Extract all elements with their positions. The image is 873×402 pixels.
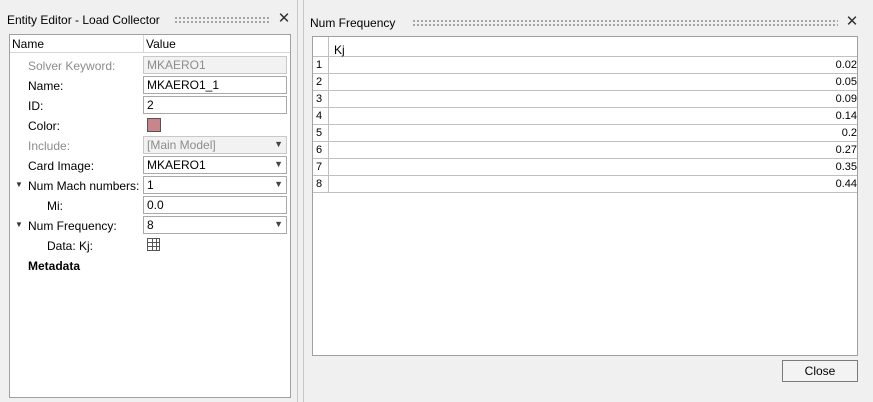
num-mach-dropdown[interactable]: 1 ▼ [143,176,287,194]
row-num-frequency: ▼ Num Frequency: 8 ▼ [10,215,290,235]
kj-column-header[interactable]: Kj [334,43,345,57]
include-dropdown: [Main Model] ▼ [143,136,287,154]
row-num-mach: ▼ Num Mach numbers: 1 ▼ [10,175,290,195]
row-number[interactable]: 4 [313,108,329,125]
value-column-header[interactable]: Value [146,37,176,51]
row-data-kj: Data: Kj: [10,235,290,255]
collapse-arrow-icon[interactable]: ▼ [15,220,23,229]
id-label: ID: [28,99,44,113]
column-divider[interactable] [143,35,144,53]
name-column-header[interactable]: Name [12,37,44,51]
entity-editor-title: Entity Editor - Load Collector [7,13,160,27]
kj-cell[interactable]: 0.35 [657,161,857,173]
data-kj-label: Data: Kj: [47,239,94,253]
metadata-label[interactable]: Metadata [28,259,80,273]
table-edit-icon[interactable] [147,238,160,251]
num-mach-label: Num Mach numbers: [28,179,140,193]
kj-cell[interactable]: 0.44 [657,178,857,190]
row-number[interactable]: 7 [313,159,329,176]
num-frequency-dropdown[interactable]: 8 ▼ [143,216,287,234]
close-icon[interactable]: ✕ [844,13,860,31]
row-mi: Mi: 0.0 [10,195,290,215]
chevron-down-icon[interactable]: ▼ [274,219,283,229]
chevron-down-icon[interactable]: ▼ [274,159,283,169]
kj-cell[interactable]: 0.27 [657,144,857,156]
close-button[interactable]: Close [782,360,858,382]
color-label: Color: [28,119,61,133]
kj-grid: Kj 1 0.02 2 0.05 3 0.09 4 0.14 5 0.2 6 0.27 7 0.35 8 0.… [312,36,858,356]
card-image-dropdown[interactable]: MKAERO1 ▼ [143,156,287,174]
num-frequency-dialog: Num Frequency ✕ Kj 1 0.02 2 0.05 3 0.09 4 0.14 5… [303,0,873,402]
chevron-down-icon: ▼ [274,139,283,149]
row-color: Color: [10,115,290,135]
kj-cell[interactable]: 0.05 [657,76,857,88]
kj-cell[interactable]: 0.02 [657,59,857,71]
table-row[interactable]: 4 0.14 [313,108,857,125]
entity-editor-panel: Entity Editor - Load Collector ✕ Name Va… [0,0,298,402]
row-solver-keyword: Solver Keyword: MKAERO1 [10,55,290,75]
row-number[interactable]: 6 [313,142,329,159]
row-number[interactable]: 1 [313,57,329,74]
id-field[interactable]: 2 [143,96,287,114]
table-row[interactable]: 8 0.44 [313,176,857,193]
num-mach-value: 1 [147,178,154,192]
name-label: Name: [28,79,64,93]
row-id: ID: 2 [10,95,290,115]
num-frequency-label: Num Frequency: [28,219,117,233]
kj-cell[interactable]: 0.14 [657,110,857,122]
row-number[interactable]: 8 [313,176,329,193]
grid-corner[interactable] [313,37,329,57]
mi-field[interactable]: 0.0 [143,196,287,214]
row-name: Name: MKAERO1_1 [10,75,290,95]
num-frequency-titlebar[interactable]: Num Frequency ✕ [304,0,873,40]
include-label: Include: [28,139,71,153]
collapse-arrow-icon[interactable]: ▼ [15,180,23,189]
card-image-label: Card Image: [28,159,95,173]
entity-editor-table: Name Value Solver Keyword: MKAERO1 Name:… [9,34,291,398]
table-row[interactable]: 3 0.09 [313,91,857,108]
table-row[interactable]: 2 0.05 [313,74,857,91]
mi-label: Mi: [47,199,63,213]
table-row[interactable]: 6 0.27 [313,142,857,159]
drag-grip[interactable] [412,19,838,26]
row-include: Include: [Main Model] ▼ [10,135,290,155]
color-swatch[interactable] [147,118,161,132]
solver-keyword-label: Solver Keyword: [28,59,116,73]
row-number[interactable]: 3 [313,91,329,108]
drag-grip[interactable] [174,16,270,23]
include-value: [Main Model] [147,138,216,152]
grid-header: Kj [313,37,857,57]
num-frequency-value: 8 [147,218,154,232]
table-header: Name Value [10,35,290,53]
solver-keyword-field: MKAERO1 [143,56,287,74]
name-field[interactable]: MKAERO1_1 [143,76,287,94]
chevron-down-icon[interactable]: ▼ [274,179,283,189]
table-row[interactable]: 5 0.2 [313,125,857,142]
row-number[interactable]: 5 [313,125,329,142]
kj-cell[interactable]: 0.09 [657,93,857,105]
close-icon[interactable]: ✕ [276,10,292,28]
row-metadata: Metadata [10,255,290,275]
row-card-image: Card Image: MKAERO1 ▼ [10,155,290,175]
row-number[interactable]: 2 [313,74,329,91]
table-row[interactable]: 7 0.35 [313,159,857,176]
card-image-value: MKAERO1 [147,158,206,172]
kj-cell[interactable]: 0.2 [657,127,857,139]
num-frequency-title: Num Frequency [310,16,396,30]
table-row[interactable]: 1 0.02 [313,57,857,74]
